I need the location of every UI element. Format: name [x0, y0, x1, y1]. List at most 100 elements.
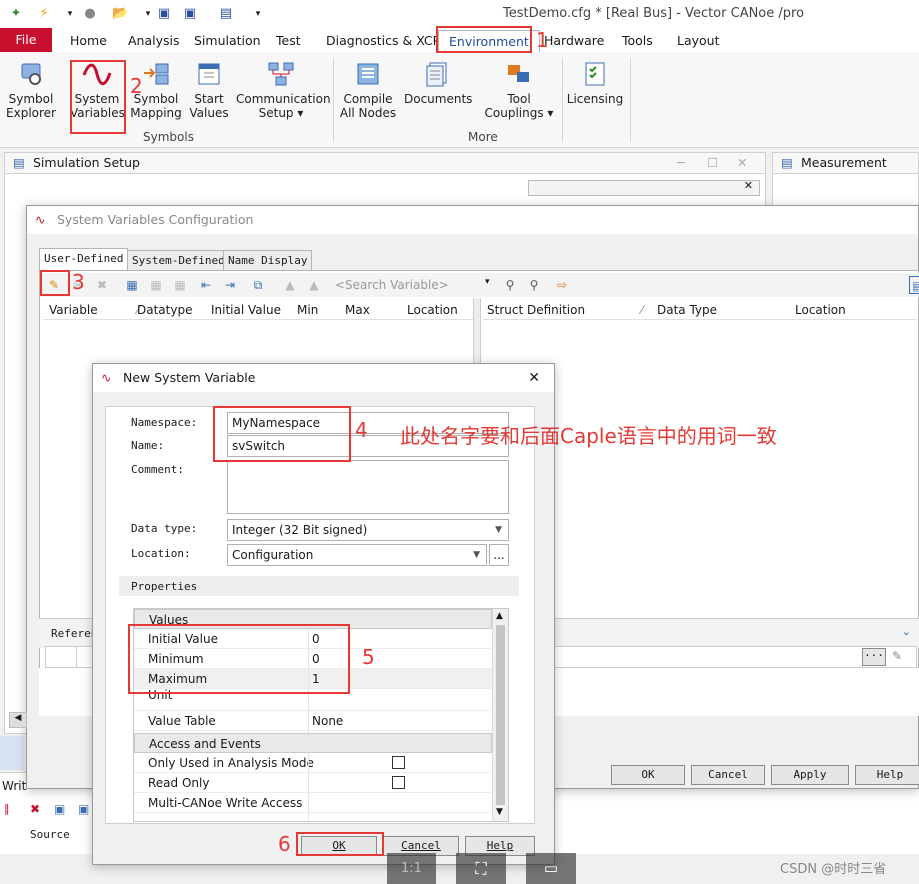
symbol-mapping-icon [141, 60, 171, 88]
app-logo-icon: ✦ [10, 6, 22, 21]
close-icon[interactable]: ✕ [528, 364, 540, 392]
scroll-up-icon[interactable]: ▲ [496, 611, 503, 621]
customize-icon[interactable]: ▾ [250, 6, 266, 22]
add-namespace-icon[interactable]: ▦ [123, 276, 141, 294]
tab-diagnostics-xcp[interactable]: Diagnostics & XCP [324, 30, 442, 52]
documents-icon [422, 60, 452, 88]
property-row-analysis-mode[interactable]: Only Used in Analysis Mode [134, 753, 492, 773]
save-icon[interactable]: ▣ [156, 6, 172, 22]
delete-namespace-icon[interactable]: ▦ [171, 276, 189, 294]
export-icon[interactable]: ⇥ [221, 276, 239, 294]
annotation-number-3: 3 [72, 270, 85, 294]
ok-button[interactable]: OK [611, 765, 685, 785]
annotation-number-2: 2 [130, 74, 143, 98]
goto-icon[interactable]: ⇨ [553, 276, 571, 294]
layout-icon[interactable]: ▤ [909, 276, 919, 294]
location-browse-button[interactable]: ... [489, 544, 509, 566]
minimize-icon[interactable]: ─ [677, 153, 685, 173]
record-icon[interactable]: ● [82, 6, 98, 22]
column-initial-value[interactable]: Initial Value [211, 300, 281, 320]
delete-icon[interactable]: ✖ [30, 802, 40, 816]
dialog-title-bar: ∿ System Variables Configuration [27, 206, 918, 234]
search-variable-input[interactable]: <Search Variable> [335, 276, 495, 294]
down-icon[interactable]: ▲ [305, 276, 323, 294]
help-button[interactable]: Help [855, 765, 919, 785]
property-row-value-table[interactable]: Value Table None [134, 711, 492, 731]
up-icon[interactable]: ▲ [281, 276, 299, 294]
close-icon[interactable]: ✕ [737, 153, 747, 173]
tab-simulation[interactable]: Simulation [192, 30, 263, 52]
lightning-icon[interactable]: ⚡ [36, 6, 52, 22]
browse-button[interactable]: ··· [862, 648, 886, 666]
column-datatype[interactable]: Datatype [137, 300, 192, 320]
find-icon[interactable]: ⚲ [501, 276, 519, 294]
chevron-down-icon[interactable]: ▾ [485, 277, 490, 287]
tool-couplings-button[interactable]: Tool Couplings ▾ [482, 60, 556, 120]
tab-tools[interactable]: Tools [620, 30, 655, 52]
documents-button[interactable]: Documents [404, 60, 472, 106]
edit-icon[interactable]: ✎ [892, 649, 902, 663]
tab-test[interactable]: Test [274, 30, 303, 52]
save-as-icon[interactable]: ▣ [182, 6, 198, 22]
tab-name-display[interactable]: Name Display [223, 250, 313, 270]
column-min[interactable]: Min [297, 300, 318, 320]
annotation-box-5 [128, 624, 350, 694]
start-values-button[interactable]: Start Values [186, 60, 232, 120]
communication-setup-button[interactable]: Communication Setup ▾ [236, 60, 331, 120]
column-struct-definition[interactable]: Struct Definition [487, 300, 585, 320]
property-grid-scrollbar[interactable]: ▲ ▼ [492, 609, 508, 821]
symbol-explorer-button[interactable]: Symbol Explorer [4, 60, 58, 120]
property-row-read-only[interactable]: Read Only [134, 773, 492, 793]
tab-layout[interactable]: Layout [675, 30, 722, 52]
properties-header: Properties [119, 576, 519, 596]
pause-icon[interactable]: ‖ [4, 802, 10, 815]
section-access-events[interactable]: Access and Events [134, 733, 492, 753]
tab-file[interactable]: File [0, 28, 52, 52]
column-variable[interactable]: Variable [49, 300, 98, 320]
download-image-icon[interactable]: ▭ [526, 853, 576, 884]
comment-field[interactable] [227, 460, 509, 514]
clear-icon[interactable]: ▣ [54, 802, 65, 816]
import-icon[interactable]: ⇤ [197, 276, 215, 294]
chevron-down-icon[interactable]: ▾ [140, 6, 156, 22]
scroll-down-icon[interactable]: ▼ [496, 807, 503, 817]
close-icon[interactable]: ✕ [744, 179, 753, 192]
open-folder-icon[interactable]: 📂 [112, 6, 128, 22]
find-next-icon[interactable]: ⚲ [525, 276, 543, 294]
tab-user-defined[interactable]: User-Defined [39, 248, 129, 270]
dialog-title-bar: ∿ New System Variable ✕ [93, 364, 554, 392]
ribbon-separator [333, 58, 334, 142]
licensing-button[interactable]: Licensing [566, 60, 624, 106]
tab-analysis[interactable]: Analysis [126, 30, 182, 52]
cancel-button[interactable]: Cancel [691, 765, 765, 785]
chevron-down-icon[interactable]: ▾ [62, 6, 78, 22]
compile-all-nodes-button[interactable]: Compile All Nodes [338, 60, 398, 120]
copy-icon[interactable]: ▣ [78, 802, 89, 816]
analysis-mode-checkbox[interactable] [392, 756, 405, 769]
column-location[interactable]: Location [795, 300, 846, 320]
apply-button[interactable]: Apply [771, 765, 849, 785]
maximize-icon[interactable]: ☐ [707, 153, 718, 173]
column-data-type[interactable]: Data Type [657, 300, 717, 320]
copy-icon[interactable]: ⧉ [249, 276, 267, 294]
property-row-multi-canoe[interactable]: Multi-CANoe Write Access [134, 793, 492, 813]
column-location[interactable]: Location [407, 300, 458, 320]
read-only-checkbox[interactable] [392, 776, 405, 789]
tab-home[interactable]: Home [68, 30, 109, 52]
tab-system-defined[interactable]: System-Defined [127, 250, 230, 270]
watermark: CSDN @时时三省 [780, 862, 887, 877]
scroll-left-icon[interactable]: ◀ [9, 712, 27, 728]
edit-namespace-icon[interactable]: ▦ [147, 276, 165, 294]
location-select[interactable]: Configuration ▼ [227, 544, 487, 566]
datatype-select[interactable]: Integer (32 Bit signed) ▼ [227, 519, 509, 541]
scrollbar-thumb[interactable] [496, 625, 505, 805]
collapse-icon[interactable]: ⌄ [902, 625, 911, 638]
delete-icon[interactable]: ✖ [93, 276, 111, 294]
fit-screen-icon[interactable]: ⛶ [456, 853, 506, 884]
annotation-number-1: 1 [536, 28, 549, 52]
package-icon[interactable]: ▤ [218, 6, 234, 22]
simulation-setup-header: ▤ Simulation Setup ─ ☐ ✕ [4, 152, 766, 174]
tab-hardware[interactable]: Hardware [542, 30, 606, 52]
column-max[interactable]: Max [345, 300, 370, 320]
zoom-actual-size-button[interactable]: 1:1 [387, 853, 436, 884]
